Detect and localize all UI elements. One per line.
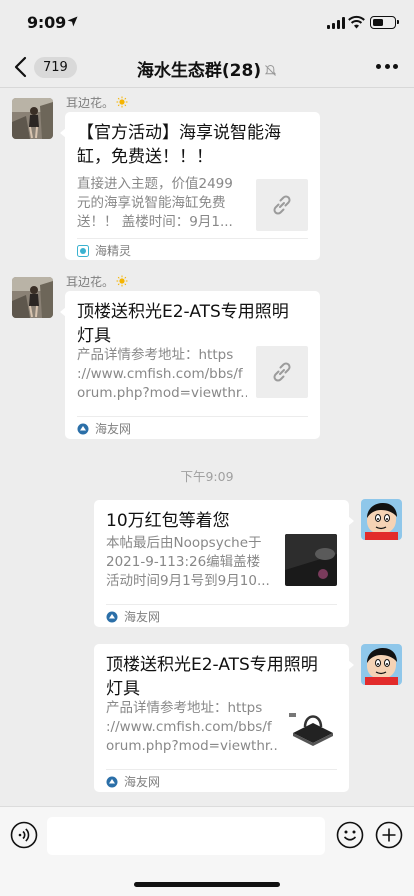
cellular-signal-icon — [327, 17, 345, 29]
article-thumbnail — [285, 699, 337, 751]
sender-name: 耳边花。 — [66, 94, 128, 111]
avatar-photo — [12, 98, 53, 139]
card-source: 海友网 — [106, 608, 160, 625]
article-thumbnail — [285, 534, 337, 586]
link-icon — [273, 362, 291, 382]
avatar[interactable] — [361, 644, 402, 685]
link-card[interactable]: 10万红包等着您 本帖最后由Noopsyche于 2021-9-113:26编辑盖… — [94, 500, 354, 627]
group-name: 海水生态群(28) — [136, 61, 262, 81]
source-app-icon — [77, 423, 89, 434]
source-app-icon — [106, 611, 118, 622]
status-time: 9:09 — [27, 13, 66, 32]
card-source: 海友网 — [106, 773, 160, 790]
divider — [77, 238, 308, 239]
card-title: 顶楼送积光E2-ATS专用照明 灯具 — [106, 655, 318, 699]
message-timestamp: 下午9:09 — [180, 469, 234, 484]
message-input[interactable] — [47, 817, 325, 855]
card-description: 直接进入主题，价值2499 元的海享说智能海缸免费 送！！ 盖楼时间：9月1... — [77, 176, 233, 230]
wifi-icon — [348, 15, 365, 29]
card-title: 顶楼送积光E2-ATS专用照明 灯具 — [77, 302, 289, 346]
link-card[interactable]: 顶楼送积光E2-ATS专用照明 灯具 产品详情参考地址：https://www.c… — [60, 291, 320, 439]
source-app-icon — [106, 776, 118, 787]
source-app-icon — [77, 244, 89, 257]
thumbnail-image — [285, 534, 337, 586]
more-options-button[interactable] — [376, 64, 398, 70]
input-bar — [0, 806, 414, 896]
emoji-icon[interactable] — [336, 821, 364, 849]
sun-emoji-icon — [116, 275, 128, 287]
card-source: 海精灵 — [77, 242, 131, 259]
avatar[interactable] — [12, 98, 53, 139]
divider — [77, 416, 308, 417]
card-title: 【官方活动】海享说智能海 缸，免费送！！！ — [77, 123, 281, 167]
avatar[interactable] — [12, 277, 53, 318]
add-more-icon[interactable] — [375, 821, 403, 849]
card-description: 本帖最后由Noopsyche于 2021-9-113:26编辑盖楼 活动时间9月1号… — [106, 535, 270, 589]
divider — [106, 769, 337, 770]
avatar-photo — [12, 277, 53, 318]
home-indicator[interactable] — [134, 882, 280, 887]
card-source: 海友网 — [77, 420, 131, 437]
avatar-cartoon — [361, 499, 402, 540]
link-card[interactable]: 顶楼送积光E2-ATS专用照明 灯具 产品详情参考地址：https://www.c… — [94, 644, 354, 792]
page-title: 海水生态群(28) — [0, 56, 414, 81]
status-bar: 9:09 — [0, 0, 414, 46]
card-title: 10万红包等着您 — [106, 511, 230, 531]
location-arrow-icon — [67, 16, 78, 27]
avatar[interactable] — [361, 499, 402, 540]
link-card[interactable]: 【官方活动】海享说智能海 缸，免费送！！！ 直接进入主题，价值2499 元的海享说智… — [60, 112, 320, 260]
card-description: 产品详情参考地址：https://www.cmfish.com/bbs/f oru… — [106, 700, 278, 754]
link-thumbnail — [256, 179, 308, 231]
mute-bell-icon — [265, 64, 277, 76]
battery-icon — [370, 16, 399, 29]
message-list[interactable]: 耳边花。 【官方活动】海享说智能海 缸，免费送！！！ 直接进入主题，价值2499 元… — [0, 88, 414, 806]
link-thumbnail — [256, 346, 308, 398]
avatar-cartoon — [361, 644, 402, 685]
sun-emoji-icon — [116, 96, 128, 108]
card-description: 产品详情参考地址：https://www.cmfish.com/bbs/f oru… — [77, 347, 247, 401]
link-icon — [273, 195, 291, 215]
sender-name: 耳边花。 — [66, 273, 128, 290]
divider — [106, 604, 337, 605]
voice-input-icon[interactable] — [10, 821, 38, 849]
thumbnail-image — [285, 699, 337, 751]
chat-header: 719 海水生态群(28) — [0, 46, 414, 88]
